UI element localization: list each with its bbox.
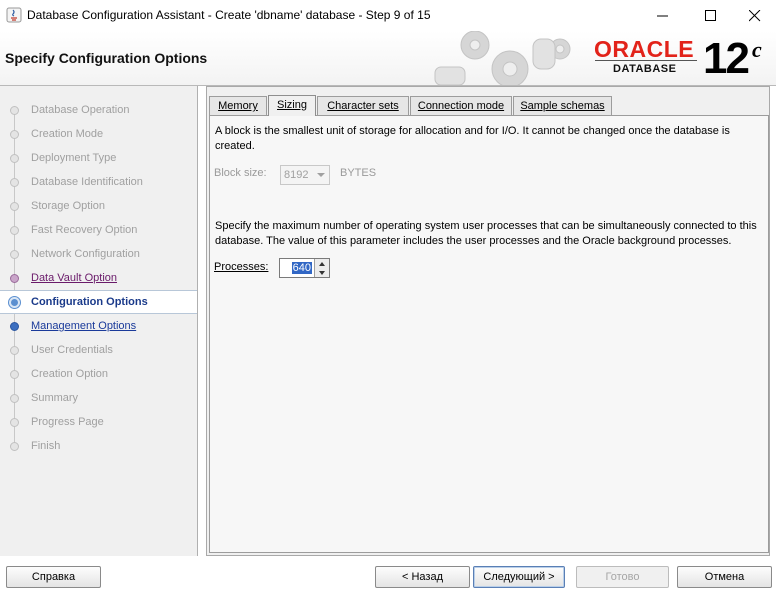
close-icon: [749, 10, 761, 22]
block-size-select[interactable]: 8192: [280, 165, 330, 185]
nav-step-management-options[interactable]: Management Options: [0, 315, 197, 339]
minimize-icon: [657, 15, 668, 17]
tab-character-sets[interactable]: Character sets: [317, 96, 409, 115]
nav-step-progress-page: Progress Page: [0, 411, 197, 435]
oracle-logo: ORACLE: [594, 36, 695, 62]
maximize-icon: [705, 10, 716, 21]
cancel-button[interactable]: Отмена: [677, 566, 772, 588]
processes-label: Processes:: [214, 261, 269, 273]
step-dot-icon: [10, 346, 19, 355]
step-dot-icon: [10, 274, 19, 283]
tab-connection-mode[interactable]: Connection mode: [410, 96, 512, 115]
tab-sizing[interactable]: Sizing: [268, 95, 316, 116]
tab-sample-schemas[interactable]: Sample schemas: [513, 96, 612, 115]
oracle-database-label: DATABASE: [613, 63, 677, 75]
page-title: Specify Configuration Options: [5, 50, 208, 66]
step-dot-icon: [10, 130, 19, 139]
nav-step-creation-option: Creation Option: [0, 363, 197, 387]
processes-value[interactable]: 640: [291, 262, 312, 274]
step-dot-icon: [10, 322, 19, 331]
processes-description-line1: Specify the maximum number of operating …: [215, 220, 757, 232]
nav-step-configuration-options[interactable]: Configuration Options: [0, 290, 197, 314]
step-dot-icon: [10, 250, 19, 259]
step-dot-icon: [10, 106, 19, 115]
block-size-value: 8192: [284, 169, 309, 181]
step-dot-icon: [10, 370, 19, 379]
block-description-line2: created.: [215, 140, 255, 152]
nav-step-summary: Summary: [0, 387, 197, 411]
nav-step-storage-option: Storage Option: [0, 195, 197, 219]
minimize-button[interactable]: [640, 0, 686, 31]
finish-button[interactable]: Готово: [576, 566, 669, 588]
arrow-down-icon: [319, 271, 325, 275]
nav-step-creation-mode: Creation Mode: [0, 123, 197, 147]
spinner-down-button[interactable]: [314, 268, 329, 277]
nav-step-finish: Finish: [0, 435, 197, 459]
next-button[interactable]: Следующий >: [473, 566, 565, 588]
gears-decoration-icon: [434, 31, 571, 85]
header-banner: Specify Configuration Options ORACLE DAT…: [0, 31, 776, 86]
java-app-icon: [6, 7, 22, 23]
step-dot-icon: [10, 226, 19, 235]
oracle-version-suffix: c: [752, 37, 762, 62]
help-button[interactable]: Справка: [6, 566, 101, 588]
block-size-unit: BYTES: [340, 167, 377, 179]
processes-spinner[interactable]: 640: [279, 258, 330, 278]
window-title: Database Configuration Assistant - Creat…: [27, 8, 431, 22]
title-bar: Database Configuration Assistant - Creat…: [0, 0, 776, 32]
nav-step-data-vault-option[interactable]: Data Vault Option: [0, 267, 197, 291]
step-dot-icon: [10, 202, 19, 211]
close-button[interactable]: [732, 0, 776, 31]
nav-step-deployment-type: Deployment Type: [0, 147, 197, 171]
processes-description-line2: database. The value of this parameter in…: [215, 235, 732, 247]
nav-step-database-operation: Database Operation: [0, 99, 197, 123]
step-dot-icon: [10, 418, 19, 427]
oracle-version: 12: [703, 34, 750, 83]
nav-step-network-configuration: Network Configuration: [0, 243, 197, 267]
block-size-label: Block size:: [214, 167, 267, 179]
step-navigation: Database Operation Creation Mode Deploym…: [0, 86, 198, 556]
maximize-button[interactable]: [688, 0, 734, 31]
step-dot-icon: [10, 442, 19, 451]
logo-divider: [595, 60, 697, 61]
current-step-icon: [9, 297, 20, 308]
block-description-line1: A block is the smallest unit of storage …: [215, 125, 730, 137]
back-button[interactable]: < Назад: [375, 566, 470, 588]
tab-memory[interactable]: Memory: [209, 96, 267, 115]
step-dot-icon: [10, 394, 19, 403]
step-dot-icon: [10, 154, 19, 163]
nav-step-user-credentials: User Credentials: [0, 339, 197, 363]
step-dot-icon: [10, 178, 19, 187]
nav-step-database-identification: Database Identification: [0, 171, 197, 195]
nav-step-fast-recovery-option: Fast Recovery Option: [0, 219, 197, 243]
chevron-down-icon: [317, 173, 325, 177]
